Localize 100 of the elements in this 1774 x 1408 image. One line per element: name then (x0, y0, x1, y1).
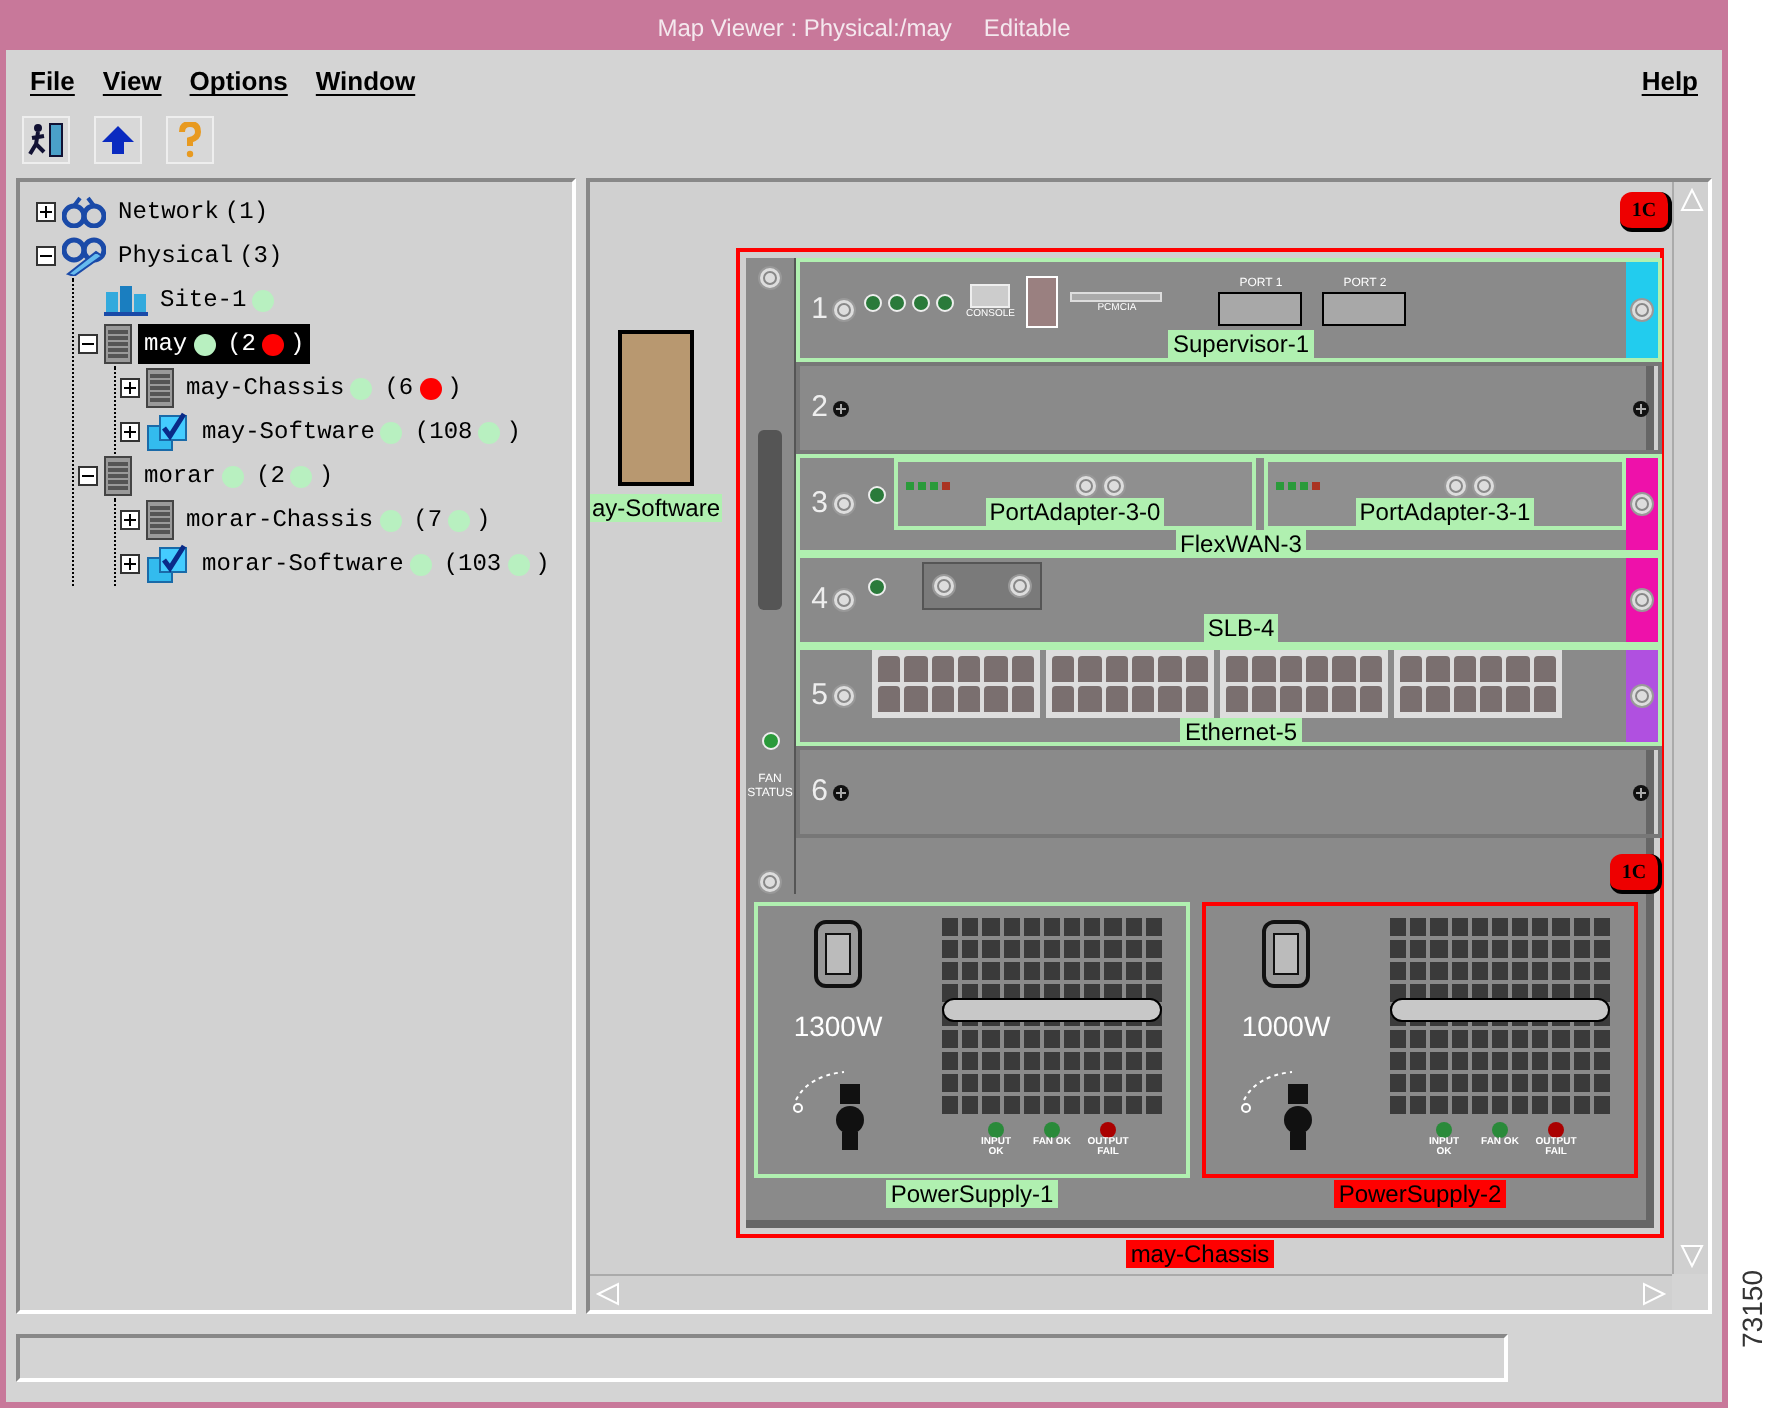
screw-icon (758, 266, 782, 290)
screw-icon (1008, 574, 1032, 598)
tree-item[interactable]: Site-1 (154, 280, 287, 320)
tree-item[interactable]: may-Chassis (6 ) (180, 368, 468, 408)
up-arrow-icon (100, 124, 136, 156)
minus-box-icon[interactable] (78, 334, 98, 354)
tree-item[interactable]: may-Software (108 ) (196, 412, 527, 452)
module-label: SLB-4 (1203, 614, 1279, 642)
module-label: Ethernet-5 (1180, 718, 1302, 746)
tree-item-label: morar (144, 460, 217, 494)
power-socket-icon (1260, 918, 1312, 990)
checked-boxes-icon (146, 544, 190, 584)
menu-item[interactable]: Window (315, 62, 416, 102)
chassis-slot[interactable]: 5 Ethernet-5 (796, 646, 1662, 746)
running-person-door-icon (26, 120, 66, 160)
up-button[interactable] (94, 116, 142, 164)
tree-item-label: Physical (118, 240, 234, 274)
screw-icon (1630, 298, 1654, 322)
tree-item[interactable]: morar (2 ) (138, 456, 340, 496)
fiber-port-icon (1218, 292, 1303, 326)
plus-box-icon[interactable] (120, 554, 140, 574)
server-rack-icon (146, 368, 174, 408)
photo-placeholder[interactable] (618, 330, 695, 486)
tree-item[interactable]: morar-Chassis (7 ) (180, 500, 497, 540)
tree-item[interactable]: Network (1) (112, 192, 275, 232)
exit-button[interactable] (22, 116, 70, 164)
tree-item[interactable]: morar-Software (103 ) (196, 544, 556, 584)
menu-item[interactable]: Options (189, 62, 288, 102)
screw-icon (758, 870, 782, 894)
alarm-badge: 1C (1610, 854, 1662, 894)
tree-item-label: may-Chassis (186, 372, 345, 406)
figure-number: 73150 (1735, 1270, 1767, 1348)
led-icon (761, 732, 779, 750)
led-icon (868, 577, 886, 595)
module-label: PowerSupply-2 (1334, 1180, 1506, 1208)
screw-icon (832, 684, 856, 708)
object-label[interactable]: may-Chassis (1126, 1240, 1274, 1268)
led-icon (864, 293, 882, 311)
led-icon (930, 482, 938, 490)
module-label: Supervisor-1 (1168, 330, 1314, 358)
led-icon (1288, 482, 1296, 490)
item-count-end: ) (447, 372, 462, 406)
screw-icon (1630, 684, 1654, 708)
object-label[interactable]: ay-Software (590, 494, 723, 522)
server-rack-icon (104, 324, 132, 364)
question-mark-icon (178, 122, 202, 158)
plus-box-icon[interactable] (120, 510, 140, 530)
item-count: (3) (239, 240, 283, 274)
screw-icon (1073, 474, 1097, 498)
item-count-end: ) (476, 504, 491, 538)
window-title: Map Viewer : Physical:/may (657, 12, 952, 46)
item-count-end: ) (535, 548, 550, 582)
tree-item[interactable]: may (2 ) (138, 324, 311, 364)
item-count: (1) (224, 196, 269, 230)
screw-icon (832, 492, 856, 516)
led-icon (1300, 482, 1308, 490)
slot-number: 2 (809, 387, 828, 428)
led-icon (918, 482, 926, 490)
tree-item[interactable]: Physical (3) (112, 236, 289, 276)
screw-icon (1632, 783, 1650, 801)
minus-box-icon[interactable] (78, 466, 98, 486)
item-count-end: ) (290, 328, 305, 362)
screw-icon (1630, 588, 1654, 612)
checked-boxes-icon (146, 412, 190, 452)
item-count: (2 (256, 460, 285, 494)
wattage-label: 1000W (1241, 1008, 1331, 1046)
led-icon (906, 482, 914, 490)
card-slot-icon (1026, 276, 1059, 328)
menu-item[interactable]: Help (1641, 62, 1698, 102)
item-count: (108 (414, 416, 473, 450)
tree-item-label: morar-Chassis (186, 504, 374, 538)
menu-item[interactable]: File (30, 62, 75, 102)
power-socket-icon (812, 918, 864, 990)
screw-icon (1443, 474, 1467, 498)
plus-box-icon[interactable] (120, 422, 140, 442)
led-icon (936, 293, 954, 311)
item-count: (2 (227, 328, 257, 362)
server-rack-icon (146, 500, 174, 540)
chassis-slot[interactable]: 4 SLB-4 (796, 554, 1662, 646)
plus-box-icon[interactable] (120, 378, 140, 398)
item-count-end: ) (318, 460, 334, 494)
led-icon (912, 293, 930, 311)
item-count: (6 (384, 372, 414, 406)
tree-item-label: Network (118, 196, 219, 230)
chassis-slot[interactable]: 3 PortAdapter-3-0 PortAdapter-3-1 FlexWAN-3 (796, 454, 1662, 554)
binoculars-icon (62, 196, 106, 228)
led-icon (1276, 482, 1284, 490)
minus-box-icon[interactable] (36, 246, 56, 266)
item-count-end: ) (506, 416, 521, 450)
screw-icon (832, 399, 850, 417)
tree-item-label: Site-1 (160, 284, 247, 318)
menu-item[interactable]: View (102, 62, 162, 102)
screw-icon (1632, 399, 1650, 417)
led-icon (888, 293, 906, 311)
module-label: PortAdapter-3-1 (1355, 498, 1535, 526)
item-count: (7 (413, 504, 443, 538)
slot-number: 3 (809, 483, 828, 524)
slot-number: 5 (809, 675, 828, 716)
console-port-icon (970, 284, 1011, 308)
plus-box-icon[interactable] (36, 202, 56, 222)
